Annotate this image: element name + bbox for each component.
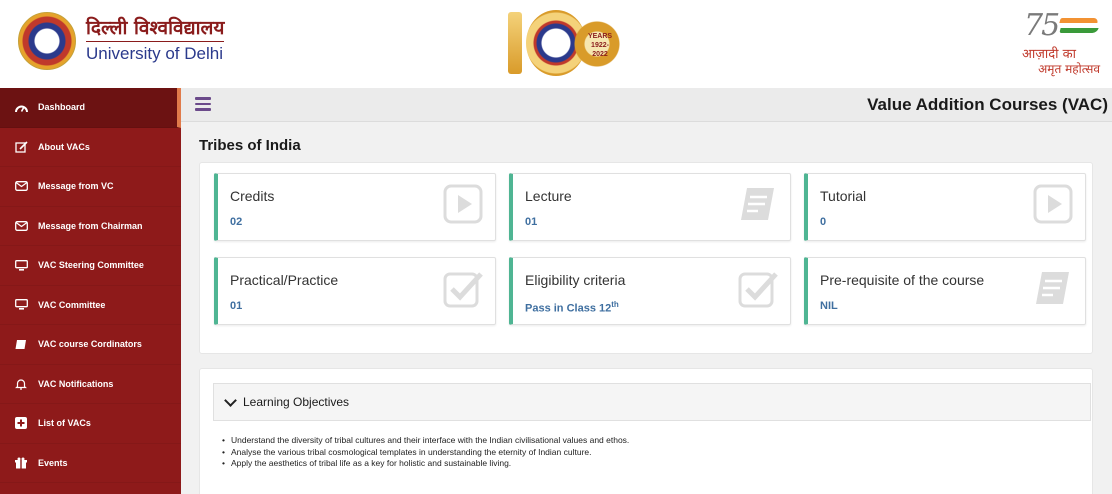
dashboard-icon	[14, 101, 28, 113]
hamburger-menu-icon[interactable]	[195, 97, 211, 111]
info-box-label: Eligibility criteria	[525, 272, 626, 288]
sidebar: Dashboard About VACs Message from VC Mes…	[0, 88, 181, 494]
university-name-english: University of Delhi	[86, 44, 223, 63]
info-box-lecture: Lecture 01	[509, 173, 791, 241]
sidebar-item-label: Events	[38, 457, 68, 468]
centenary-years-label: YEARS	[587, 33, 613, 40]
plus-square-icon	[14, 417, 28, 430]
azadi-text-line2: अमृत महोत्सव	[1038, 62, 1100, 76]
info-box-practical: Practical/Practice 01	[214, 257, 496, 325]
sidebar-item-label: VAC Notifications	[38, 378, 114, 389]
centenary-years-range: 1922-2022	[591, 42, 609, 58]
info-box-value: 01	[230, 300, 243, 312]
info-box-value: Pass in Class 12th	[525, 300, 619, 315]
sidebar-item-label: VAC Committee	[38, 299, 106, 310]
learning-objectives-title: Learning Objectives	[243, 395, 350, 409]
info-box-label: Pre-requisite of the course	[820, 272, 985, 288]
azadi-ka-amrit-mahotsav-logo: 75 आज़ादी का अमृत महोत्सव	[1006, 8, 1102, 80]
check-square-icon	[738, 268, 778, 308]
sidebar-item-vac-course-cordinators[interactable]: VAC course Cordinators	[0, 325, 181, 365]
info-box-tutorial: Tutorial 0	[804, 173, 1086, 241]
envelope-icon	[14, 220, 28, 232]
centenary-digit-one	[508, 12, 522, 74]
envelope-icon	[14, 180, 28, 192]
university-seal-icon	[18, 12, 76, 70]
chevron-down-icon	[224, 393, 237, 407]
sidebar-item-vac-steering-committee[interactable]: VAC Steering Committee	[0, 246, 181, 286]
university-name-hindi: दिल्ली विश्वविद्यालय	[86, 17, 225, 42]
info-box-prerequisite: Pre-requisite of the course NIL	[804, 257, 1086, 325]
azadi-75-mark: 75	[1024, 8, 1060, 43]
info-box-credits: Credits 02	[214, 173, 496, 241]
university-logo[interactable]: दिल्ली विश्वविद्यालय University of Delhi	[18, 12, 225, 70]
sidebar-item-label: VAC course Cordinators	[38, 339, 142, 350]
info-box-value: 02	[230, 216, 243, 228]
edit-icon	[14, 141, 28, 153]
info-box-label: Tutorial	[820, 188, 867, 204]
document-icon	[738, 184, 778, 224]
course-title: Tribes of India	[199, 137, 301, 154]
document-icon	[1033, 268, 1073, 308]
info-box-value: 01	[525, 216, 538, 228]
sidebar-item-label: VAC Steering Committee	[38, 260, 144, 271]
play-square-icon	[1033, 184, 1073, 224]
learning-objectives-panel: Learning Objectives Understand the diver…	[199, 368, 1093, 494]
learning-objectives-toggle[interactable]: Learning Objectives	[213, 383, 1091, 421]
sidebar-item-list-of-vacs[interactable]: List of VACs	[0, 404, 181, 444]
info-box-label: Practical/Practice	[230, 272, 339, 288]
monitor-icon	[14, 259, 28, 271]
centenary-years-text: YEARS 1922-2022	[584, 32, 616, 59]
eligibility-value-superscript: th	[611, 300, 619, 309]
list-item: Understand the diversity of tribal cultu…	[222, 435, 629, 447]
info-box-label: Lecture	[525, 188, 572, 204]
content-topbar: Value Addition Courses (VAC)	[181, 88, 1112, 122]
list-item: Apply the aesthetics of tribal life as a…	[222, 458, 629, 470]
info-box-value: NIL	[820, 300, 838, 312]
sidebar-item-label: Message from Chairman	[38, 220, 143, 231]
page-title: Value Addition Courses (VAC)	[867, 95, 1108, 114]
course-info-panel: Credits 02 Lecture 01 Tutorial 0 Practic…	[199, 162, 1093, 354]
bell-icon	[14, 378, 28, 390]
sidebar-item-label: List of VACs	[38, 418, 91, 429]
monitor-icon	[14, 299, 28, 311]
info-box-value: 0	[820, 216, 827, 228]
site-header: दिल्ली विश्वविद्यालय University of Delhi…	[0, 0, 1112, 86]
sidebar-item-message-from-vc[interactable]: Message from VC	[0, 167, 181, 207]
sidebar-item-about-vacs[interactable]: About VACs	[0, 128, 181, 167]
gift-icon	[14, 457, 28, 469]
sidebar-item-dashboard[interactable]: Dashboard	[0, 88, 181, 128]
sidebar-item-events[interactable]: Events	[0, 444, 181, 483]
info-box-label: Credits	[230, 188, 275, 204]
play-square-icon	[443, 184, 483, 224]
sidebar-item-label: Dashboard	[38, 102, 86, 113]
info-box-eligibility: Eligibility criteria Pass in Class 12th	[509, 257, 791, 325]
university-name: दिल्ली विश्वविद्यालय University of Delhi	[86, 17, 225, 65]
sidebar-item-label: About VACs	[38, 141, 90, 152]
check-square-icon	[443, 268, 483, 308]
book-icon	[14, 338, 28, 350]
main-content: Tribes of India Credits 02 Lecture 01 Tu…	[181, 122, 1112, 494]
eligibility-value-text: Pass in Class 12	[525, 302, 612, 315]
sidebar-item-message-from-chairman[interactable]: Message from Chairman	[0, 207, 181, 246]
sidebar-item-label: Message from VC	[38, 181, 114, 192]
sidebar-item-vac-notifications[interactable]: VAC Notifications	[0, 365, 181, 404]
centenary-logo: YEARS 1922-2022	[508, 8, 620, 78]
tricolour-flag-icon	[1059, 18, 1099, 36]
sidebar-item-vac-committee[interactable]: VAC Committee	[0, 286, 181, 325]
learning-objectives-list: Understand the diversity of tribal cultu…	[222, 435, 629, 470]
list-item: Analyse the various tribal cosmological …	[222, 447, 629, 459]
